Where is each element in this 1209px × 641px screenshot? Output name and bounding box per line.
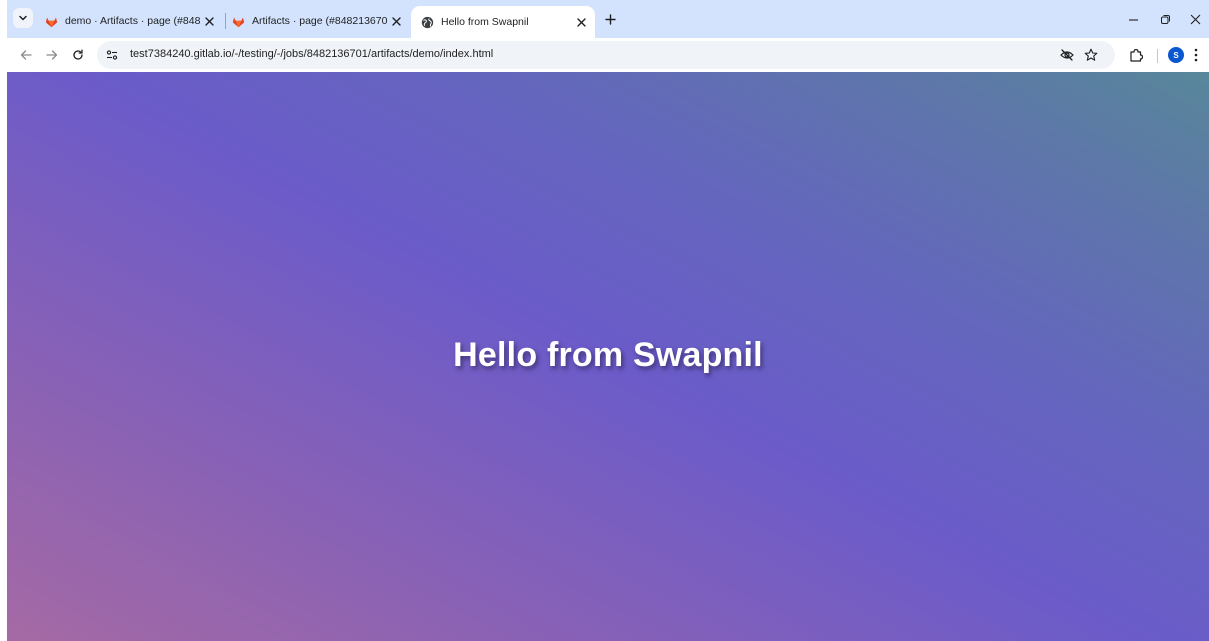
reload-icon <box>73 49 83 60</box>
tab-artifacts-page[interactable]: Artifacts · page (#8482136701) <box>226 6 410 36</box>
tab-close-button[interactable] <box>388 13 404 29</box>
tune-icon <box>106 50 118 60</box>
restore-button[interactable] <box>1154 8 1176 30</box>
gitlab-icon <box>232 16 245 27</box>
url-text[interactable]: test7384240.gitlab.io/-/testing/-/jobs/8… <box>130 48 493 60</box>
close-icon <box>391 16 401 26</box>
browser-menu-button[interactable] <box>1187 46 1205 64</box>
tab-title: Artifacts · page (#8482136701) <box>252 15 388 27</box>
plus-icon <box>604 13 616 25</box>
forward-button[interactable] <box>42 45 62 65</box>
page-heading: Hello from Swapnil <box>453 336 763 374</box>
tab-demo-artifacts[interactable]: demo · Artifacts · page (#84821 <box>39 6 223 36</box>
close-icon <box>204 16 214 26</box>
tracking-protection-button[interactable] <box>1058 46 1076 64</box>
extensions-button[interactable] <box>1127 46 1145 64</box>
address-bar[interactable]: test7384240.gitlab.io/-/testing/-/jobs/8… <box>97 41 1115 69</box>
profile-avatar[interactable]: S <box>1168 47 1184 63</box>
tab-title: demo · Artifacts · page (#84821 <box>65 15 201 27</box>
site-info-button[interactable] <box>103 46 121 64</box>
close-icon <box>1190 14 1200 24</box>
tab-strip: demo · Artifacts · page (#84821 Artifact… <box>7 0 1209 38</box>
star-icon <box>1084 48 1098 61</box>
arrow-left-icon <box>20 50 32 60</box>
gitlab-icon <box>45 16 58 27</box>
close-window-button[interactable] <box>1184 8 1206 30</box>
toolbar-separator <box>1157 49 1158 63</box>
tab-hello-from-swapnil[interactable]: Hello from Swapnil <box>411 6 595 38</box>
bookmark-star-button[interactable] <box>1082 46 1100 64</box>
tab-close-button[interactable] <box>201 13 217 29</box>
browser-window: demo · Artifacts · page (#84821 Artifact… <box>7 0 1209 641</box>
eye-off-icon <box>1060 49 1074 61</box>
minimize-icon <box>1128 18 1138 21</box>
more-vertical-icon <box>1194 48 1198 62</box>
browser-toolbar: test7384240.gitlab.io/-/testing/-/jobs/8… <box>7 38 1209 72</box>
reload-button[interactable] <box>68 45 88 65</box>
tab-search-button[interactable] <box>13 8 33 28</box>
minimize-button[interactable] <box>1122 8 1144 30</box>
close-icon <box>576 17 586 27</box>
puzzle-icon <box>1130 48 1143 62</box>
tab-title: Hello from Swapnil <box>441 16 529 28</box>
tab-close-button[interactable] <box>573 14 589 30</box>
back-button[interactable] <box>16 45 36 65</box>
new-tab-button[interactable] <box>601 10 619 28</box>
restore-icon <box>1160 14 1170 24</box>
chevron-down-icon <box>19 15 27 21</box>
globe-icon <box>421 16 434 28</box>
page-viewport: Hello from Swapnil <box>7 72 1209 641</box>
arrow-right-icon <box>46 50 58 60</box>
